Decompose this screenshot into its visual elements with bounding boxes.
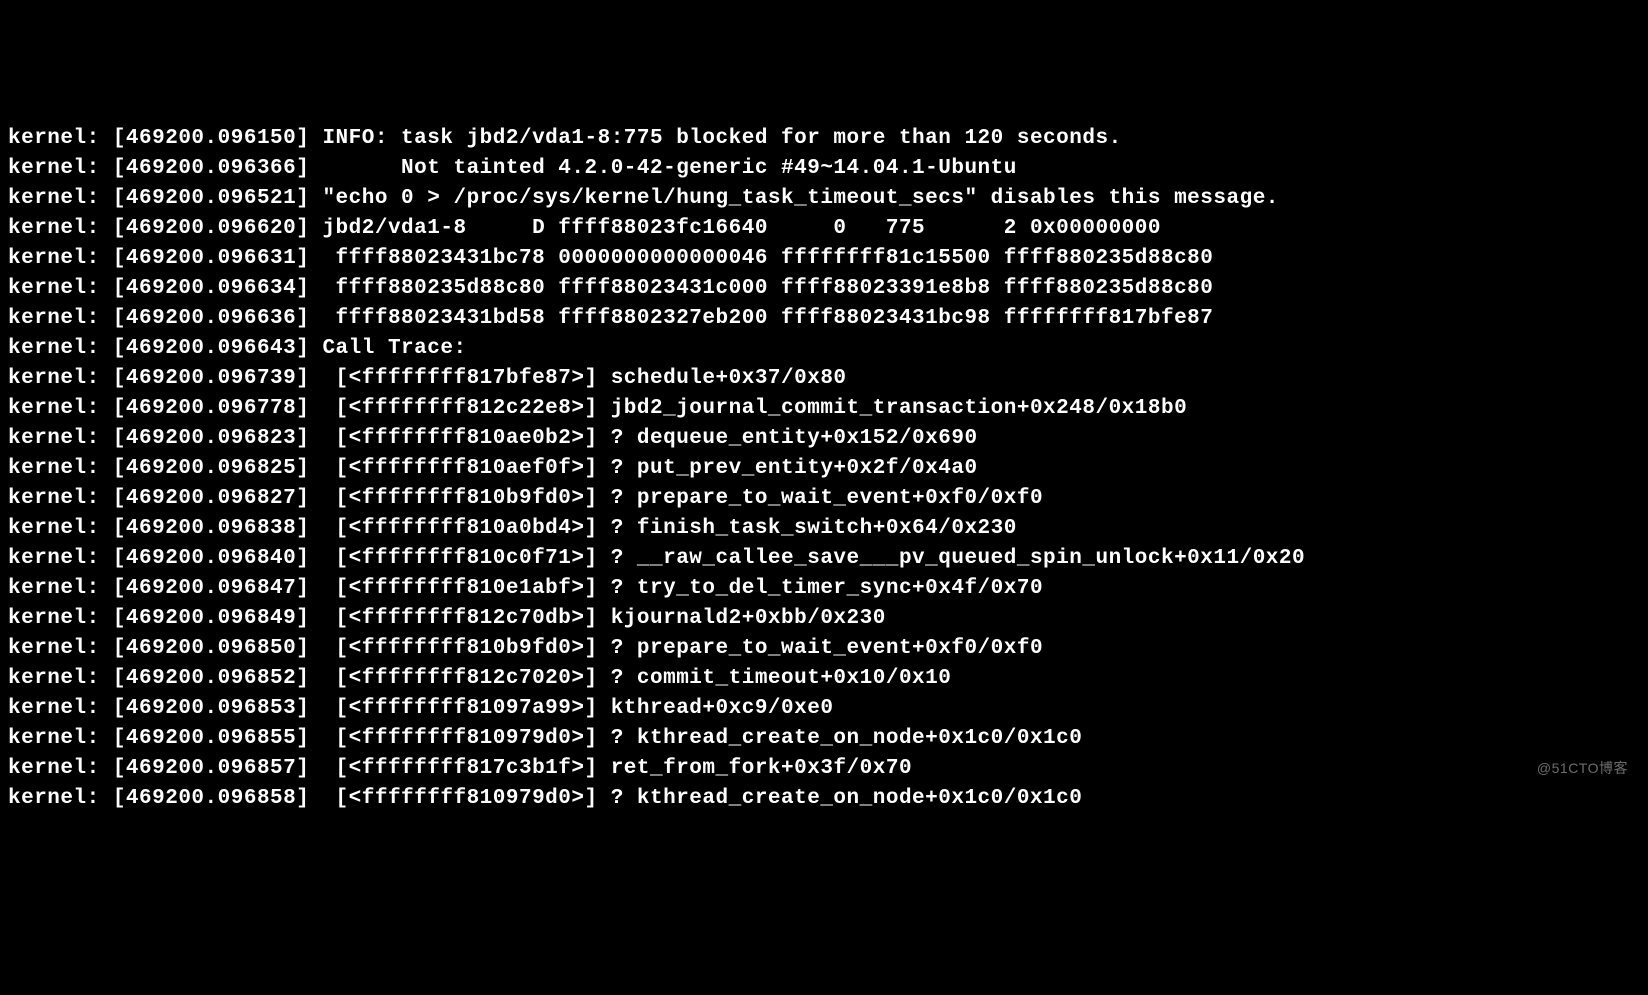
terminal-output: kernel: [469200.096150] INFO: task jbd2/…: [8, 124, 1640, 814]
log-line: kernel: [469200.096150] INFO: task jbd2/…: [8, 124, 1640, 154]
log-line: kernel: [469200.096634] ffff880235d88c80…: [8, 274, 1640, 304]
log-line: kernel: [469200.096636] ffff88023431bd58…: [8, 304, 1640, 334]
log-line: kernel: [469200.096778] [<ffffffff812c22…: [8, 394, 1640, 424]
log-line: kernel: [469200.096827] [<ffffffff810b9f…: [8, 484, 1640, 514]
log-line: kernel: [469200.096847] [<ffffffff810e1a…: [8, 574, 1640, 604]
log-line: kernel: [469200.096858] [<ffffffff810979…: [8, 784, 1640, 814]
log-line: kernel: [469200.096521] "echo 0 > /proc/…: [8, 184, 1640, 214]
log-line: kernel: [469200.096825] [<ffffffff810aef…: [8, 454, 1640, 484]
log-line: kernel: [469200.096838] [<ffffffff810a0b…: [8, 514, 1640, 544]
log-line: kernel: [469200.096849] [<ffffffff812c70…: [8, 604, 1640, 634]
log-line: kernel: [469200.096855] [<ffffffff810979…: [8, 724, 1640, 754]
log-line: kernel: [469200.096823] [<ffffffff810ae0…: [8, 424, 1640, 454]
log-line: kernel: [469200.096857] [<ffffffff817c3b…: [8, 754, 1640, 784]
log-line: kernel: [469200.096620] jbd2/vda1-8 D ff…: [8, 214, 1640, 244]
log-line: kernel: [469200.096739] [<ffffffff817bfe…: [8, 364, 1640, 394]
log-line: kernel: [469200.096853] [<ffffffff81097a…: [8, 694, 1640, 724]
watermark: @51CTO博客: [1537, 758, 1628, 778]
log-line: kernel: [469200.096840] [<ffffffff810c0f…: [8, 544, 1640, 574]
log-line: kernel: [469200.096850] [<ffffffff810b9f…: [8, 634, 1640, 664]
log-line: kernel: [469200.096366] Not tainted 4.2.…: [8, 154, 1640, 184]
log-line: kernel: [469200.096643] Call Trace:: [8, 334, 1640, 364]
log-line: kernel: [469200.096631] ffff88023431bc78…: [8, 244, 1640, 274]
log-line: kernel: [469200.096852] [<ffffffff812c70…: [8, 664, 1640, 694]
